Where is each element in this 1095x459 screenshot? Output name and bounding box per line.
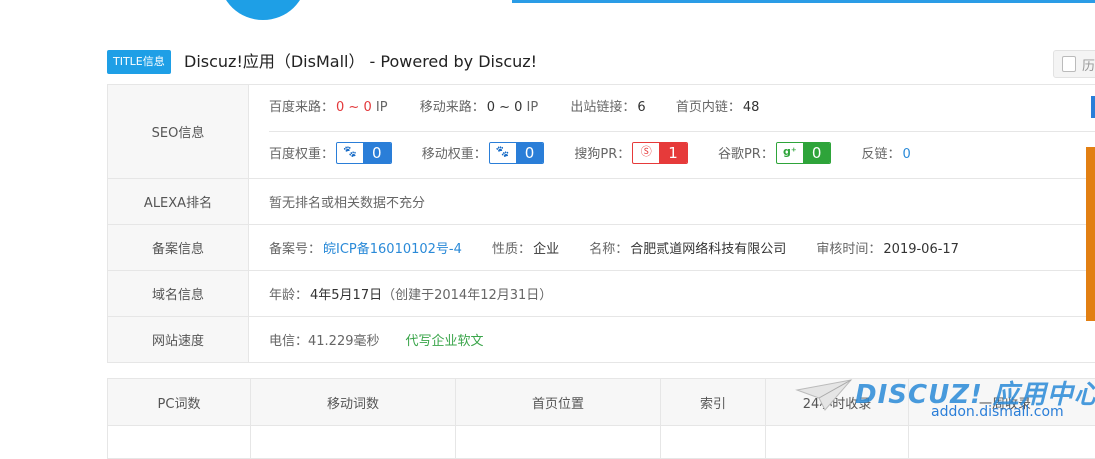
icp-content: 备案号：皖ICP备16010102号-4 性质：企业 名称：合肥贰道网络科技有限… <box>249 225 1095 271</box>
seo-source-line: 百度来路：0 ~ 0 IP 移动来路：0 ~ 0 IP 出站链接：6 首页内链：… <box>269 85 1095 131</box>
sogou-pr: 搜狗PR：Ⓢ1 <box>574 132 687 178</box>
paw-icon: 🐾 <box>337 143 363 161</box>
backlinks: 反链：0 <box>862 132 911 178</box>
icp-label: 备案信息 <box>108 225 249 271</box>
side-tab-orange[interactable] <box>1086 147 1095 321</box>
side-tab-blue[interactable] <box>1091 96 1095 118</box>
header-home-position: 首页位置 <box>456 379 661 426</box>
internal-value: 48 <box>743 100 760 115</box>
alexa-label: ALEXA排名 <box>108 179 249 225</box>
paper-plane-icon <box>795 376 855 416</box>
header-index: 索引 <box>661 379 766 426</box>
icp-company-name: 合肥贰道网络科技有限公司 <box>630 242 786 257</box>
baidu-weight: 百度权重：🐾0 <box>269 132 392 178</box>
brand-circle-decoration <box>220 0 306 20</box>
speed-row: 网站速度 电信：41.229毫秒 代写企业软文 <box>108 317 1095 363</box>
history-label: 历 <box>1082 55 1095 74</box>
icp-row: 备案信息 备案号：皖ICP备16010102号-4 性质：企业 名称：合肥贰道网… <box>108 225 1095 271</box>
baidu-source: 百度来路：0 ~ 0 IP <box>269 85 390 131</box>
alexa-text: 暂无排名或相关数据不充分 <box>249 179 1095 225</box>
mobile-source: 移动来路：0 ~ 0 IP <box>420 85 541 131</box>
mobile-weight-badge[interactable]: 🐾0 <box>489 142 545 164</box>
header-pc-words: PC词数 <box>108 379 251 426</box>
speed-label: 网站速度 <box>108 317 249 363</box>
domain-label: 域名信息 <box>108 271 249 317</box>
history-button[interactable]: 历 <box>1053 50 1095 78</box>
discuz-watermark: DISCUZ! 应用中心 addon.dismall.com <box>795 372 1095 438</box>
paw-icon: 🐾 <box>490 143 516 161</box>
page-title: Discuz!应用（DisMall） - Powered by Discuz! <box>184 51 537 73</box>
top-accent-line <box>512 0 1095 3</box>
google-plus-icon: g⁺ <box>777 143 803 161</box>
baidu-source-value[interactable]: 0 ~ 0 <box>336 100 372 115</box>
speed-content: 电信：41.229毫秒 代写企业软文 <box>249 317 1095 363</box>
outbound-links: 出站链接：6 <box>570 85 645 131</box>
seo-content: 百度来路：0 ~ 0 IP 移动来路：0 ~ 0 IP 出站链接：6 首页内链：… <box>249 85 1095 179</box>
internal-links: 首页内链：48 <box>676 85 760 131</box>
ad-link[interactable]: 代写企业软文 <box>406 334 484 349</box>
outbound-value: 6 <box>637 100 645 115</box>
site-info-table: SEO信息 百度来路：0 ~ 0 IP 移动来路：0 ~ 0 IP 出站链接：6… <box>107 84 1095 363</box>
seo-weight-line: 百度权重：🐾0 移动权重：🐾0 搜狗PR：Ⓢ1 谷歌PR：g⁺0 反链：0 <box>269 131 1095 178</box>
history-icon <box>1062 56 1076 72</box>
google-pr-badge[interactable]: g⁺0 <box>776 142 832 164</box>
icp-number-link[interactable]: 皖ICP备16010102号-4 <box>323 242 462 257</box>
mobile-weight: 移动权重：🐾0 <box>422 132 545 178</box>
watermark-url: addon.dismall.com <box>931 404 1064 420</box>
icp-audit-date: 2019-06-17 <box>883 242 959 257</box>
baidu-weight-badge[interactable]: 🐾0 <box>336 142 392 164</box>
title-badge: TITLE信息 <box>107 50 171 74</box>
domain-row: 域名信息 年龄：4年5月17日（创建于2014年12月31日） <box>108 271 1095 317</box>
mobile-source-value: 0 ~ 0 <box>487 100 523 115</box>
telecom-speed: 电信：41.229毫秒 <box>269 330 380 349</box>
icp-nature: 企业 <box>533 242 559 257</box>
backlink-value[interactable]: 0 <box>903 147 911 162</box>
domain-age: 4年5月17日 <box>310 288 382 303</box>
sogou-s-icon: Ⓢ <box>633 143 659 161</box>
seo-row: SEO信息 百度来路：0 ~ 0 IP 移动来路：0 ~ 0 IP 出站链接：6… <box>108 85 1095 179</box>
header-mobile-words: 移动词数 <box>251 379 456 426</box>
seo-label: SEO信息 <box>108 85 249 179</box>
sogou-pr-badge[interactable]: Ⓢ1 <box>632 142 688 164</box>
domain-content: 年龄：4年5月17日（创建于2014年12月31日） <box>249 271 1095 317</box>
alexa-row: ALEXA排名 暂无排名或相关数据不充分 <box>108 179 1095 225</box>
google-pr: 谷歌PR：g⁺0 <box>718 132 831 178</box>
domain-created: （创建于2014年12月31日） <box>382 288 552 303</box>
